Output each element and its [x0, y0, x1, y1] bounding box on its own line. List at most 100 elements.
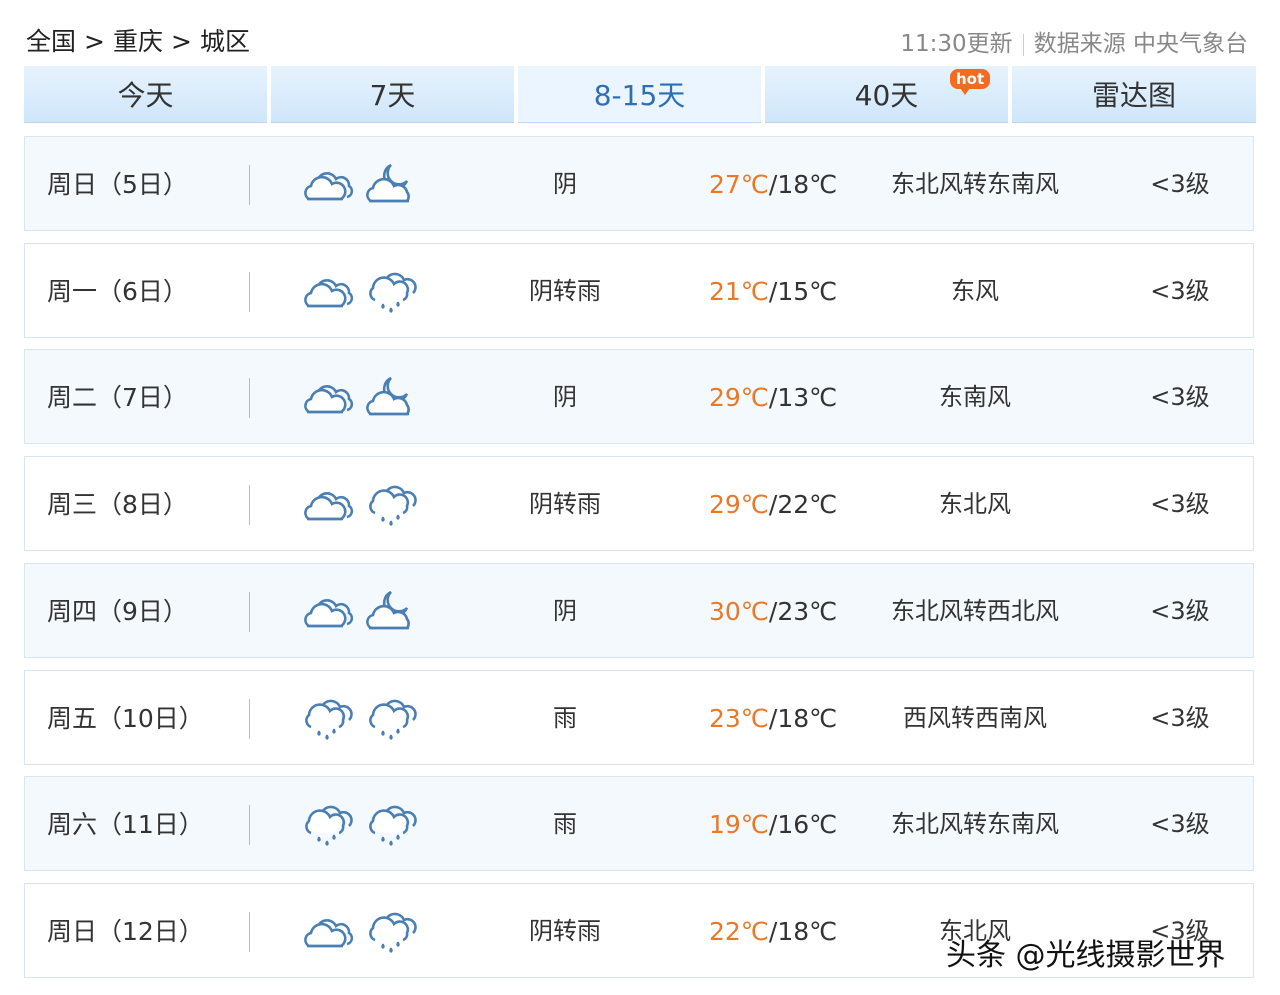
high-temp: 27℃ [709, 170, 769, 199]
divider [249, 378, 250, 418]
overcast-cloud-icon [299, 906, 355, 956]
forecast-row: 周四（9日） 阴 30℃/23℃ 东北风转西北风 <3级 [24, 563, 1254, 658]
cloudy-night-icon [363, 372, 419, 422]
low-temp: 18℃ [777, 170, 838, 199]
tab-radar[interactable]: 雷达图 [1012, 66, 1256, 123]
tab-7days[interactable]: 7天 [271, 66, 514, 123]
wind-level: <3级 [1150, 383, 1210, 411]
high-temp: 21℃ [709, 277, 769, 306]
weather-condition: 雨 [553, 704, 577, 732]
day-label: 周五（10日） [47, 704, 204, 733]
low-temp: 18℃ [777, 917, 838, 946]
divider [249, 805, 250, 845]
low-temp: 13℃ [777, 383, 838, 412]
temperature: 29℃/22℃ [709, 457, 837, 552]
temperature: 29℃/13℃ [709, 350, 837, 445]
breadcrumb-separator: > [170, 27, 192, 56]
divider [1022, 33, 1024, 56]
low-temp: 15℃ [777, 277, 838, 306]
rain-cloud-icon [363, 693, 419, 743]
breadcrumb-item-province[interactable]: 重庆 [113, 22, 163, 58]
weather-condition: 阴 [553, 597, 577, 625]
high-temp: 30℃ [709, 597, 769, 626]
day-label: 周二（7日） [47, 383, 188, 412]
low-temp: 16℃ [777, 810, 838, 839]
wind-direction: 东北风转西北风 [891, 597, 1059, 625]
wind-direction: 西风转西南风 [903, 704, 1047, 732]
low-temp: 18℃ [777, 704, 838, 733]
wind-direction: 东南风 [939, 383, 1011, 411]
wind-level: <3级 [1150, 490, 1210, 518]
divider [249, 485, 250, 525]
forecast-row: 周一（6日） 阴转雨 21℃/15℃ 东风 <3级 [24, 243, 1254, 338]
forecast-row: 周五（10日） 雨 23℃/18℃ 西风转西南风 <3级 [24, 670, 1254, 765]
rain-cloud-icon [299, 799, 355, 849]
divider [249, 699, 250, 739]
day-label: 周三（8日） [47, 490, 188, 519]
temperature: 23℃/18℃ [709, 671, 837, 766]
breadcrumb: 全国 > 重庆 > 城区 [26, 22, 250, 58]
high-temp: 23℃ [709, 704, 769, 733]
tab-8-15days[interactable]: 8-15天 [518, 66, 761, 123]
update-time: 11:30更新 [900, 31, 1013, 57]
low-temp: 23℃ [777, 597, 838, 626]
high-temp: 29℃ [709, 490, 769, 519]
rain-cloud-icon [299, 693, 355, 743]
breadcrumb-item-district: 城区 [199, 27, 250, 56]
rain-cloud-icon [363, 906, 419, 956]
tab-40days-label: 40天 [854, 79, 919, 112]
high-temp: 22℃ [709, 917, 769, 946]
watermark: 头条 @光线摄影世界 [946, 938, 1226, 973]
forecast-tabs: 今天 7天 8-15天 40天 hot 雷达图 [24, 66, 1256, 123]
low-temp: 22℃ [777, 490, 838, 519]
wind-direction: 东风 [951, 277, 999, 305]
wind-level: <3级 [1150, 170, 1210, 198]
forecast-row: 周三（8日） 阴转雨 29℃/22℃ 东北风 <3级 [24, 456, 1254, 551]
wind-level: <3级 [1150, 704, 1210, 732]
divider [249, 912, 250, 952]
tab-today[interactable]: 今天 [24, 66, 267, 123]
source-name: 中央气象台 [1133, 31, 1248, 57]
temperature: 19℃/16℃ [709, 777, 837, 872]
wind-level: <3级 [1150, 597, 1210, 625]
forecast-row: 周六（11日） 雨 19℃/16℃ 东北风转东南风 <3级 [24, 776, 1254, 871]
divider [249, 165, 250, 205]
cloudy-night-icon [363, 159, 419, 209]
day-label: 周日（5日） [47, 170, 188, 199]
divider [249, 592, 250, 632]
breadcrumb-item-country[interactable]: 全国 [26, 22, 76, 58]
day-label: 周一（6日） [47, 277, 188, 306]
weather-condition: 阴 [553, 383, 577, 411]
rain-cloud-icon [363, 799, 419, 849]
weather-condition: 阴 [553, 170, 577, 198]
cloudy-night-icon [363, 586, 419, 636]
wind-level: <3级 [1150, 277, 1210, 305]
overcast-cloud-icon [299, 372, 355, 422]
overcast-cloud-icon [299, 266, 355, 316]
weather-condition: 阴转雨 [529, 917, 601, 945]
overcast-cloud-icon [299, 586, 355, 636]
overcast-cloud-icon [299, 159, 355, 209]
update-meta: 11:30更新 数据来源 中央气象台 [900, 24, 1248, 58]
high-temp: 29℃ [709, 383, 769, 412]
overcast-cloud-icon [299, 479, 355, 529]
forecast-row: 周日（5日） 阴 27℃/18℃ 东北风转东南风 <3级 [24, 136, 1254, 231]
source-label: 数据来源 [1033, 31, 1126, 57]
day-label: 周日（12日） [47, 917, 204, 946]
temperature: 22℃/18℃ [709, 884, 837, 979]
breadcrumb-separator: > [84, 27, 105, 56]
wind-direction: 东北风 [939, 490, 1011, 518]
rain-cloud-icon [363, 266, 419, 316]
temperature: 30℃/23℃ [709, 564, 837, 659]
wind-level: <3级 [1150, 810, 1210, 838]
high-temp: 19℃ [709, 810, 769, 839]
weather-condition: 阴转雨 [529, 277, 601, 305]
divider [249, 272, 250, 312]
temperature: 21℃/15℃ [709, 244, 837, 339]
weather-condition: 雨 [553, 810, 577, 838]
weather-condition: 阴转雨 [529, 490, 601, 518]
temperature: 27℃/18℃ [709, 137, 837, 232]
rain-cloud-icon [363, 479, 419, 529]
day-label: 周六（11日） [47, 810, 204, 839]
day-label: 周四（9日） [47, 597, 188, 626]
